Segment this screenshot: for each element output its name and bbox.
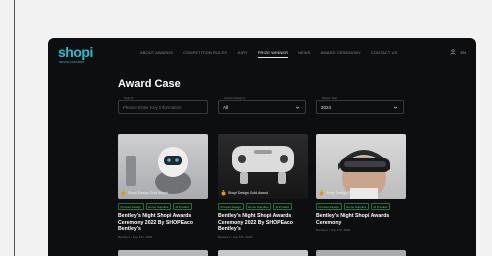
logo-tagline: DESIGN AWARDS (59, 60, 85, 64)
tag-list: Product Design Home Supplies AI Product (118, 203, 208, 210)
chevron-down-icon (393, 106, 398, 109)
award-category-select[interactable]: Award Category All (218, 96, 306, 114)
next-card-image[interactable] (118, 250, 208, 256)
chevron-down-icon (295, 106, 300, 109)
year-value: 2024 (321, 105, 332, 110)
tag[interactable]: Product Design (118, 203, 144, 210)
card-meta: Bentley's / July 6Th, 2025 (118, 234, 153, 239)
badge-label: Shopi Design Gold Award (128, 191, 168, 195)
tag-list: Product Design Home Supplies AI Product (218, 203, 308, 210)
tag[interactable]: AI Product (370, 203, 390, 210)
logo-wordmark: shopi (58, 44, 93, 60)
nav-item-competition-rules[interactable]: COMPETITION RULES (183, 50, 227, 58)
nav-item-award-ceremony[interactable]: AWARD CEREMONY (321, 50, 361, 58)
award-card[interactable]: Shopi Design Gold Award Product Design H… (218, 134, 308, 239)
tag-list: Product Design Home Supplies AI Product (316, 203, 406, 210)
product-image-robot[interactable]: Shopi Design Gold Award (118, 134, 208, 199)
tag[interactable]: Product Design (316, 203, 342, 210)
tag[interactable]: Home Supplies (245, 203, 271, 210)
page-title: Award Case (118, 78, 181, 90)
product-image-device[interactable]: Shopi Design Gold Award (218, 134, 308, 199)
page-divider (14, 0, 15, 256)
tag[interactable]: Home Supplies (145, 203, 171, 210)
website-frame: shopi DESIGN AWARDS ABOUT AWARDS COMPETI… (48, 38, 476, 256)
card-title[interactable]: Bentley's Night Shopi Awards Ceremony (316, 213, 406, 226)
language-switch[interactable]: EN (460, 50, 466, 55)
award-card[interactable]: Shopi Design Gold Award Product Design H… (316, 134, 406, 232)
medal-icon (121, 190, 126, 196)
award-badge: Shopi Design Gold Award (221, 190, 268, 196)
tag[interactable]: AI Product (272, 203, 292, 210)
card-title[interactable]: Bentley's Night Shopi Awards Ceremony 20… (218, 213, 308, 233)
tag[interactable]: Product Design (218, 203, 244, 210)
nav-item-news[interactable]: NEWS (298, 50, 310, 58)
next-card-image[interactable] (316, 250, 406, 256)
medal-icon (221, 190, 226, 196)
search-placeholder: Please Enter Key Information (123, 105, 182, 110)
nav-item-contact-us[interactable]: CONTACT US (371, 50, 398, 58)
year-label: Select Year (321, 96, 339, 100)
search-label: Search (123, 96, 135, 100)
tag[interactable]: AI Product (172, 203, 192, 210)
nav-item-jury[interactable]: JURY (237, 50, 248, 58)
award-badge: Shopi Design Gold Award (121, 190, 168, 196)
badge-label: Shopi Design Gold Award (228, 191, 268, 195)
card-title[interactable]: Bentley's Night Shopi Awards Ceremony 20… (118, 213, 208, 233)
card-meta: Bentley's / July 6Th, 2025 (218, 234, 253, 239)
award-badge: Shopi Design Gold Award (319, 190, 366, 196)
award-card[interactable]: Shopi Design Gold Award Product Design H… (118, 134, 208, 239)
user-icon[interactable] (450, 49, 457, 55)
badge-label: Shopi Design Gold Award (326, 191, 366, 195)
header-utilities: EN (450, 49, 466, 55)
product-image-headset[interactable]: Shopi Design Gold Award (316, 134, 406, 199)
category-label: Award Category (223, 96, 247, 100)
nav-item-prize-winner[interactable]: PRIZE WINNER (257, 50, 289, 58)
next-card-image[interactable] (218, 250, 308, 256)
nav-item-about-awards[interactable]: ABOUT AWARDS (140, 50, 173, 58)
category-value: All (223, 105, 229, 110)
card-meta: Bentley's / July 6Th, 2025 (316, 228, 351, 232)
medal-icon (319, 190, 324, 196)
year-select[interactable]: Select Year 2024 (316, 96, 404, 114)
tag[interactable]: Home Supplies (343, 203, 369, 210)
main-nav: ABOUT AWARDS COMPETITION RULES JURY PRIZ… (140, 50, 397, 58)
shopi-logo[interactable]: shopi DESIGN AWARDS (58, 44, 93, 66)
search-input[interactable]: Search Please Enter Key Information (118, 96, 208, 114)
